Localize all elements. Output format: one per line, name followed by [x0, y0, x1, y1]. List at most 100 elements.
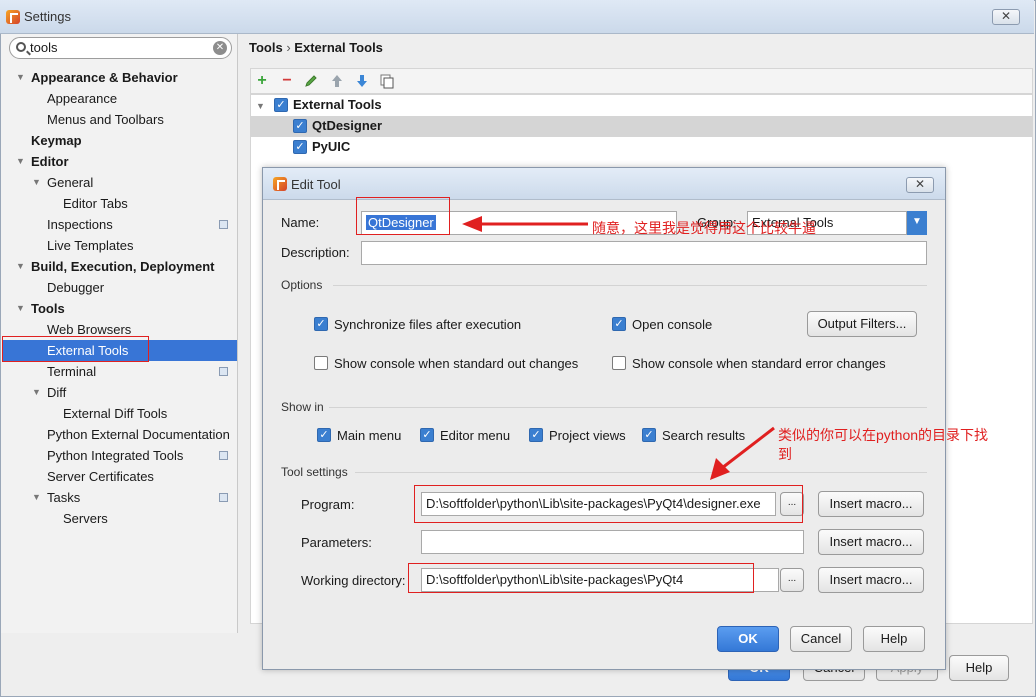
project-views-label[interactable]: Project views [549, 428, 626, 443]
help-button[interactable]: Help [949, 655, 1009, 681]
project-scope-icon [219, 220, 228, 229]
tree-item-label: Debugger [47, 280, 105, 295]
arrow-up-icon[interactable] [329, 73, 345, 89]
tree-item[interactable]: Terminal [2, 361, 237, 382]
dialog-close-button[interactable]: ✕ [906, 177, 934, 193]
chevron-down-icon[interactable]: ▼ [256, 101, 265, 111]
project-scope-icon [219, 451, 228, 460]
options-section-label: Options [281, 278, 323, 292]
working-dir-browse-button[interactable]: ... [780, 568, 804, 592]
annotation-box-external-tools [2, 336, 149, 362]
tree-item[interactable]: ▼ Tools [2, 298, 237, 319]
show-std-err-checkbox[interactable] [612, 356, 626, 370]
breadcrumb-tools[interactable]: Tools [249, 40, 283, 55]
tree-item-label: Python External Documentation [47, 427, 230, 442]
working-dir-insert-macro-button[interactable]: Insert macro... [818, 567, 924, 593]
dialog-ok-button[interactable]: OK [717, 626, 779, 652]
dialog-cancel-button[interactable]: Cancel [790, 626, 852, 652]
search-input[interactable]: tools [30, 40, 57, 55]
tree-item[interactable]: Inspections [2, 214, 237, 235]
annotation-program-note-line2: 到 [778, 446, 792, 462]
program-label: Program: [301, 497, 355, 512]
parameters-insert-macro-button[interactable]: Insert macro... [818, 529, 924, 555]
chevron-down-icon[interactable]: ▼ [16, 67, 25, 88]
tree-item[interactable]: Menus and Toolbars [2, 109, 237, 130]
tree-item-label: Tools [31, 301, 65, 316]
editor-menu-checkbox[interactable]: ✓ [420, 428, 434, 442]
chevron-down-icon[interactable]: ▼ [32, 382, 41, 403]
annotation-box-name [356, 197, 450, 235]
pencil-icon[interactable] [303, 73, 319, 89]
tree-item-label: Editor Tabs [63, 196, 128, 211]
tool-item-pyuic[interactable]: PyUIC [312, 139, 350, 154]
arrow-down-icon[interactable] [354, 73, 370, 89]
editor-menu-label[interactable]: Editor menu [440, 428, 510, 443]
open-console-label[interactable]: Open console [632, 317, 712, 332]
parameters-field[interactable] [421, 530, 804, 554]
chevron-down-icon[interactable]: ▼ [32, 487, 41, 508]
dialog-help-button[interactable]: Help [863, 626, 925, 652]
tree-item-label: Menus and Toolbars [47, 112, 164, 127]
tree-item[interactable]: Appearance [2, 88, 237, 109]
plus-icon[interactable]: + [254, 73, 270, 89]
tree-item[interactable]: Python External Documentation [2, 424, 237, 445]
breadcrumb: Tools › External Tools [249, 40, 383, 55]
tree-item[interactable]: Server Certificates [2, 466, 237, 487]
show-std-out-checkbox[interactable] [314, 356, 328, 370]
main-menu-label[interactable]: Main menu [337, 428, 401, 443]
tree-item-label: Live Templates [47, 238, 134, 253]
dialog-title-bar: Edit Tool ✕ [263, 168, 945, 200]
program-insert-macro-button[interactable]: Insert macro... [818, 491, 924, 517]
qtdesigner-checkbox[interactable]: ✓ [293, 119, 307, 133]
window-close-button[interactable]: ✕ [992, 9, 1020, 25]
show-std-err-label[interactable]: Show console when standard error changes [632, 356, 886, 371]
chevron-down-icon[interactable]: ▼ [16, 151, 25, 172]
pyuic-checkbox[interactable]: ✓ [293, 140, 307, 154]
tree-item-label: Tasks [47, 490, 81, 505]
tree-item-label: Build, Execution, Deployment [31, 259, 215, 274]
tree-item-label: General [47, 175, 94, 190]
clear-search-icon[interactable]: ✕ [213, 41, 227, 55]
chevron-down-icon[interactable]: ▼ [907, 211, 927, 235]
annotation-arrow-program [710, 426, 775, 480]
tree-item-label: Editor [31, 154, 69, 169]
tool-group-label[interactable]: External Tools [293, 97, 382, 112]
tool-item-qtdesigner[interactable]: QtDesigner [312, 118, 382, 133]
sync-files-checkbox[interactable]: ✓ [314, 317, 328, 331]
show-std-out-label[interactable]: Show console when standard out changes [334, 356, 578, 371]
open-console-checkbox[interactable]: ✓ [612, 317, 626, 331]
sync-files-label[interactable]: Synchronize files after execution [334, 317, 521, 332]
search-results-checkbox[interactable]: ✓ [642, 428, 656, 442]
tree-item[interactable]: Editor Tabs [2, 193, 237, 214]
tree-item[interactable]: ▼ Build, Execution, Deployment [2, 256, 237, 277]
tree-item-label: Server Certificates [47, 469, 154, 484]
tree-item[interactable]: ▼ Tasks [2, 487, 237, 508]
tree-item[interactable]: External Diff Tools [2, 403, 237, 424]
chevron-down-icon[interactable]: ▼ [16, 298, 25, 319]
tree-item[interactable]: ▼ Editor [2, 151, 237, 172]
group-checkbox[interactable]: ✓ [274, 98, 288, 112]
tree-item[interactable]: ▼ General [2, 172, 237, 193]
tree-item[interactable]: Live Templates [2, 235, 237, 256]
chevron-down-icon[interactable]: ▼ [16, 256, 25, 277]
chevron-down-icon[interactable]: ▼ [32, 172, 41, 193]
minus-icon[interactable]: − [279, 73, 295, 89]
tree-item[interactable]: Python Integrated Tools [2, 445, 237, 466]
dialog-title: Edit Tool [291, 177, 341, 192]
tree-item[interactable]: ▼ Appearance & Behavior [2, 67, 237, 88]
output-filters-button[interactable]: Output Filters... [807, 311, 917, 337]
project-views-checkbox[interactable]: ✓ [529, 428, 543, 442]
copy-icon[interactable] [379, 73, 395, 89]
settings-search[interactable]: tools ✕ [9, 37, 232, 59]
tree-item[interactable]: Servers [2, 508, 237, 529]
tree-item-label: External Diff Tools [63, 406, 168, 421]
search-icon [16, 42, 26, 52]
tree-item[interactable]: Debugger [2, 277, 237, 298]
annotation-box-working-dir [408, 563, 754, 593]
main-menu-checkbox[interactable]: ✓ [317, 428, 331, 442]
show-in-section-label: Show in [281, 400, 324, 414]
window-title: Settings [24, 9, 71, 24]
description-field[interactable] [361, 241, 927, 265]
tree-item[interactable]: ▼ Diff [2, 382, 237, 403]
tree-item[interactable]: Keymap [2, 130, 237, 151]
